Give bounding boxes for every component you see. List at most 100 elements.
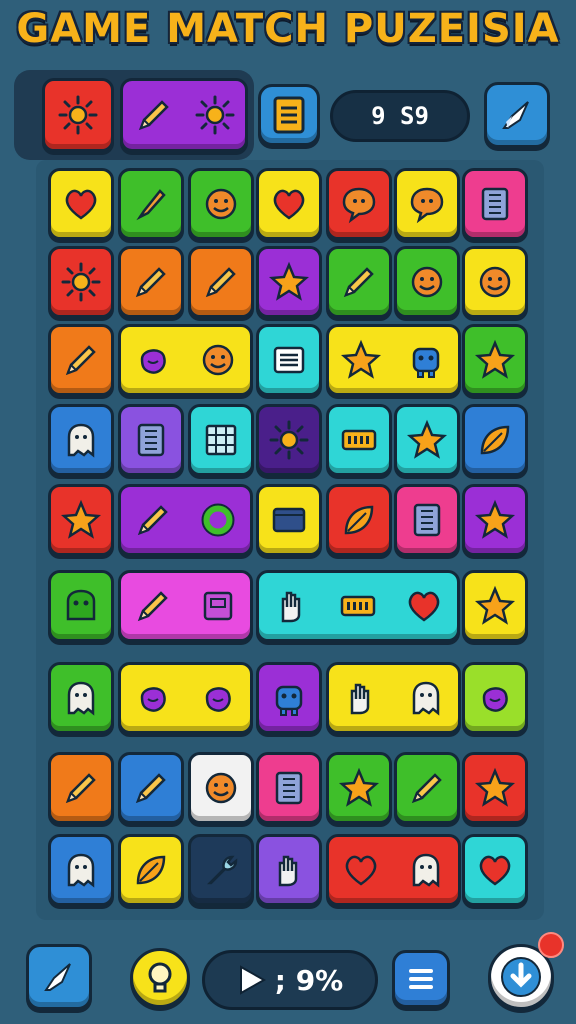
tile-r4-c5[interactable] bbox=[326, 404, 392, 476]
notification-dot bbox=[538, 932, 564, 958]
pencil-icon bbox=[343, 267, 374, 298]
tile-r4-c7[interactable] bbox=[462, 404, 528, 476]
tile-r1-c2[interactable] bbox=[118, 168, 184, 240]
sun-icon bbox=[269, 420, 309, 460]
tile-r1-c1[interactable] bbox=[48, 168, 114, 240]
monster-icon bbox=[66, 589, 96, 621]
robot-icon bbox=[412, 347, 439, 378]
tile-r5-c7[interactable] bbox=[462, 484, 528, 556]
star-icon bbox=[406, 419, 448, 459]
tile-r9-c3[interactable] bbox=[188, 834, 254, 906]
bubble-icon bbox=[342, 187, 376, 224]
leaf-icon bbox=[344, 505, 374, 535]
tile-r1-c7[interactable] bbox=[462, 168, 528, 240]
tile-r4-c4[interactable] bbox=[256, 404, 322, 476]
sun-icon bbox=[58, 95, 98, 135]
tile-r6-c4[interactable] bbox=[256, 570, 460, 642]
pencil-icon bbox=[205, 267, 236, 298]
sun-icon bbox=[195, 95, 234, 135]
sun-icon bbox=[61, 262, 101, 302]
star-icon bbox=[474, 499, 516, 539]
game-title: GAME MATCH PUZEISIA bbox=[16, 6, 560, 52]
star-icon bbox=[60, 499, 102, 539]
tile-r8-c5[interactable] bbox=[326, 752, 392, 824]
tile-r3-c2[interactable] bbox=[118, 324, 253, 396]
tile-r3-c7[interactable] bbox=[462, 324, 528, 396]
pencil-icon bbox=[138, 100, 169, 131]
leaf-icon bbox=[480, 425, 510, 455]
tile-r6-c1[interactable] bbox=[48, 570, 114, 642]
tile-r9-c7[interactable] bbox=[462, 834, 528, 906]
tile-r8-c2[interactable] bbox=[118, 752, 184, 824]
tile-r9-c5[interactable] bbox=[326, 834, 461, 906]
notes-icon bbox=[273, 96, 305, 134]
tile-r6-c2[interactable] bbox=[118, 570, 253, 642]
book-icon bbox=[481, 187, 509, 221]
tile-r6-c7[interactable] bbox=[462, 570, 528, 642]
tile-r1-c3[interactable] bbox=[188, 168, 254, 240]
tile-r1-c5[interactable] bbox=[326, 168, 392, 240]
tile-r7-c5[interactable] bbox=[326, 662, 461, 734]
hand-icon bbox=[281, 591, 301, 623]
tile-r5-c1[interactable] bbox=[48, 484, 114, 556]
tile-r8-c7[interactable] bbox=[462, 752, 528, 824]
tile-r2-c4[interactable] bbox=[256, 246, 322, 318]
tile-r7-c1[interactable] bbox=[48, 662, 114, 734]
smiley-icon bbox=[479, 266, 511, 298]
keyboard-icon bbox=[341, 429, 377, 451]
tile-r9-c4[interactable] bbox=[256, 834, 322, 906]
ghost-icon bbox=[67, 681, 95, 716]
tile-r8-c1[interactable] bbox=[48, 752, 114, 824]
tile-r2-c2[interactable] bbox=[118, 246, 184, 318]
tile-r1-c4[interactable] bbox=[256, 168, 322, 240]
tile-r4-c1[interactable] bbox=[48, 404, 114, 476]
lightbulb-icon bbox=[148, 962, 172, 993]
tile-r7-c2[interactable] bbox=[118, 662, 253, 734]
tile-r2-c3[interactable] bbox=[188, 246, 254, 318]
home-button[interactable] bbox=[26, 944, 92, 1010]
book-icon bbox=[275, 771, 303, 805]
notes-button[interactable] bbox=[258, 84, 320, 146]
star-icon bbox=[474, 339, 516, 379]
pencil-icon bbox=[65, 773, 96, 804]
tile-r2-c1[interactable] bbox=[48, 246, 114, 318]
grid-icon bbox=[205, 424, 237, 456]
tile-r3-c5[interactable] bbox=[326, 324, 461, 396]
tile-r2-c7[interactable] bbox=[462, 246, 528, 318]
tile-r7-c4[interactable] bbox=[256, 662, 322, 734]
top-tile-1[interactable] bbox=[42, 78, 114, 152]
play-icon bbox=[239, 965, 266, 995]
tile-r7-c7[interactable] bbox=[462, 662, 528, 734]
play-progress-bar[interactable]: ; 9% bbox=[202, 950, 378, 1010]
tile-r5-c4[interactable] bbox=[256, 484, 322, 556]
rocket-button[interactable] bbox=[484, 82, 550, 148]
tile-r5-c2[interactable] bbox=[118, 484, 253, 556]
tile-r5-c6[interactable] bbox=[394, 484, 460, 556]
tile-r8-c4[interactable] bbox=[256, 752, 322, 824]
tile-r3-c1[interactable] bbox=[48, 324, 114, 396]
top-tile-2[interactable] bbox=[120, 78, 248, 152]
menu-button[interactable] bbox=[392, 950, 450, 1008]
tile-r9-c1[interactable] bbox=[48, 834, 114, 906]
heart-icon bbox=[345, 855, 377, 886]
tile-r4-c3[interactable] bbox=[188, 404, 254, 476]
tile-r5-c5[interactable] bbox=[326, 484, 392, 556]
smiley-icon bbox=[202, 344, 233, 376]
smiley-icon bbox=[411, 266, 443, 298]
smiley-icon bbox=[205, 188, 237, 220]
star-icon bbox=[474, 585, 516, 625]
tile-r9-c2[interactable] bbox=[118, 834, 184, 906]
hint-button[interactable] bbox=[130, 948, 190, 1008]
rocket-icon bbox=[502, 101, 529, 129]
tile-r4-c2[interactable] bbox=[118, 404, 184, 476]
tile-r3-c4[interactable] bbox=[256, 324, 322, 396]
star-icon bbox=[474, 767, 516, 807]
tile-r8-c6[interactable] bbox=[394, 752, 460, 824]
tile-r1-c6[interactable] bbox=[394, 168, 460, 240]
tile-r8-c3[interactable] bbox=[188, 752, 254, 824]
tile-r2-c5[interactable] bbox=[326, 246, 392, 318]
robot-icon bbox=[275, 685, 303, 716]
tile-r2-c6[interactable] bbox=[394, 246, 460, 318]
bubble-icon bbox=[410, 187, 444, 224]
tile-r4-c6[interactable] bbox=[394, 404, 460, 476]
